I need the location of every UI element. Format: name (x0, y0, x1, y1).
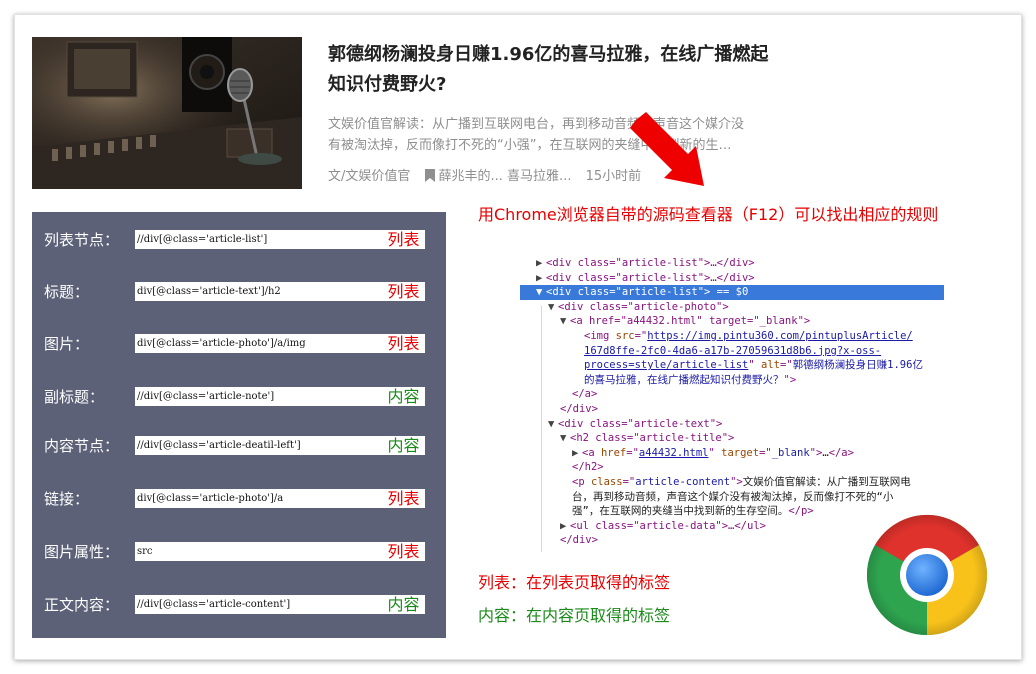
rule-source-tag: 内容 (382, 436, 425, 455)
devtools-elements-panel: ▶ <div class="article-list">…</div> ▶ <div… (520, 256, 944, 552)
rule-xpath-field[interactable]: div[@class='article-photo']/a (135, 489, 382, 508)
rule-row: 图片属性： src 列表 (32, 540, 446, 564)
rule-xpath-field[interactable]: div[@class='article-text']/h2 (135, 282, 382, 301)
rule-source-tag: 列表 (382, 230, 425, 249)
rule-xpath-field[interactable]: //div[@class='article-note'] (135, 387, 382, 406)
chrome-logo-icon (866, 514, 988, 635)
rule-xpath-field[interactable]: //div[@class='article-deatil-left'] (135, 436, 382, 455)
rule-row: 内容节点： //div[@class='article-deatil-left'… (32, 434, 446, 458)
rule-source-tag: 内容 (382, 387, 425, 406)
rule-xpath-field[interactable]: div[@class='article-photo']/a/img (135, 334, 382, 353)
expand-triangle-icon[interactable]: ▶ (572, 446, 582, 461)
dom-node-continuation: process=style/article-list" alt="郭德纲杨澜投身… (584, 359, 923, 372)
rule-label: 链接： (44, 490, 90, 508)
red-arrow-icon (630, 112, 704, 186)
rule-row: 正文内容： //div[@class='article-content'] 内容 (32, 593, 446, 617)
article-summary-line-1: 文娱价值官解读：从广播到互联网电台，再到移动音频，声音这个媒介没 (328, 117, 745, 132)
rule-source-tag: 列表 (382, 489, 425, 508)
collapse-triangle-icon[interactable]: ▼ (560, 431, 570, 446)
dom-node-continuation: 167d8ffe-2fc0-4da6-a17b-27059631d8b6.jpg… (584, 344, 882, 357)
article-title-line-1[interactable]: 郭德纲杨澜投身日赚1.96亿的喜马拉雅，在线广播燃起 (328, 40, 778, 70)
article-tags[interactable]: 薛兆丰的... 喜马拉雅... (439, 169, 572, 184)
collapse-triangle-icon[interactable]: ▼ (548, 417, 558, 432)
rule-source-tag: 内容 (382, 595, 425, 614)
dom-node[interactable]: ▼ <div class="article-text"> (520, 417, 944, 432)
expand-triangle-icon[interactable]: ▶ (560, 519, 570, 534)
collapse-triangle-icon[interactable]: ▼ (548, 300, 558, 315)
expand-triangle-icon[interactable]: ▶ (536, 271, 546, 286)
legend-content: 内容：在内容页取得的标签 (478, 606, 671, 625)
rule-row: 副标题： //div[@class='article-note'] 内容 (32, 385, 446, 409)
dom-node-close: </h2> (572, 461, 604, 474)
article-author[interactable]: 文/文娱价值官 (328, 169, 410, 184)
article-title-line-2[interactable]: 知识付费野火? (328, 70, 778, 100)
rule-label: 正文内容： (44, 596, 120, 614)
article-thumbnail[interactable] (32, 37, 302, 189)
rule-source-tag: 列表 (382, 334, 425, 353)
studio-microphone-image (32, 37, 302, 189)
dom-node[interactable]: ▶ <div class="article-list">…</div> (520, 271, 944, 286)
rule-label: 标题： (44, 283, 90, 301)
rule-label: 图片： (44, 335, 90, 353)
dom-node-selected[interactable]: ▼ <div class="article-list"> == $0 (520, 285, 944, 301)
dom-node[interactable]: ▼ <h2 class="article-title"> (520, 431, 944, 446)
rules-panel: 列表节点： //div[@class='article-list'] 列表 标题… (32, 212, 446, 638)
rule-row: 链接： div[@class='article-photo']/a 列表 (32, 487, 446, 511)
dom-node[interactable]: ▼ <a href="a44432.html" target="_blank"> (520, 314, 944, 329)
rule-source-tag: 列表 (382, 282, 425, 301)
dom-node-continuation: 的喜马拉雅，在线广播燃起知识付费野火？"> (584, 373, 797, 386)
rule-xpath-field[interactable]: //div[@class='article-content'] (135, 595, 382, 614)
dom-node[interactable]: <p class="article-content">文娱价值官解读：从广播到互… (520, 475, 944, 490)
dom-node-close: </a> (572, 388, 598, 401)
rule-source-tag: 列表 (382, 542, 425, 561)
rule-row: 列表节点： //div[@class='article-list'] 列表 (32, 228, 446, 252)
article-summary: 文娱价值官解读：从广播到互联网电台，再到移动音频，声音这个媒介没 有被淘汰掉，反… (328, 114, 788, 156)
legend-list: 列表：在列表页取得的标签 (478, 573, 671, 592)
article-title[interactable]: 郭德纲杨澜投身日赚1.96亿的喜马拉雅，在线广播燃起 知识付费野火? (328, 40, 778, 100)
rule-xpath-field[interactable]: //div[@class='article-list'] (135, 230, 382, 249)
rule-label: 副标题： (44, 388, 105, 406)
article-meta: 文/文娱价值官 薛兆丰的... 喜马拉雅... 15小时前 (328, 168, 651, 186)
bookmark-icon (424, 169, 435, 182)
instruction-headline: 用Chrome浏览器自带的源码查看器（F12）可以找出相应的规则 (478, 205, 939, 224)
article-summary-line-2: 有被淘汰掉，反而像打不死的“小强”，在互联网的夹缝中找到新的生… (328, 138, 732, 153)
dom-node[interactable]: <img src="https://img.pintu360.com/pintu… (520, 329, 944, 344)
rule-label: 图片属性： (44, 543, 120, 561)
rule-row: 标题： div[@class='article-text']/h2 列表 (32, 280, 446, 304)
dom-node-continuation: 台，再到移动音频，声音这个媒介没有被淘汰掉，反而像打不死的“小 (572, 490, 894, 503)
expand-triangle-icon[interactable]: ▶ (536, 256, 546, 271)
dom-node-close: </div> (560, 403, 598, 415)
collapse-triangle-icon[interactable]: ▼ (536, 285, 546, 300)
dom-node[interactable]: ▶ <div class="article-list">…</div> (520, 256, 944, 271)
rule-row: 图片： div[@class='article-photo']/a/img 列表 (32, 332, 446, 356)
rule-xpath-field[interactable]: src (135, 542, 382, 561)
collapse-triangle-icon[interactable]: ▼ (560, 314, 570, 329)
dom-node[interactable]: ▼ <div class="article-photo"> (520, 300, 944, 315)
rule-label: 列表节点： (44, 231, 120, 249)
rule-label: 内容节点： (44, 437, 120, 455)
dom-node[interactable]: ▶ <a href="a44432.html" target="_blank">…… (520, 446, 944, 461)
